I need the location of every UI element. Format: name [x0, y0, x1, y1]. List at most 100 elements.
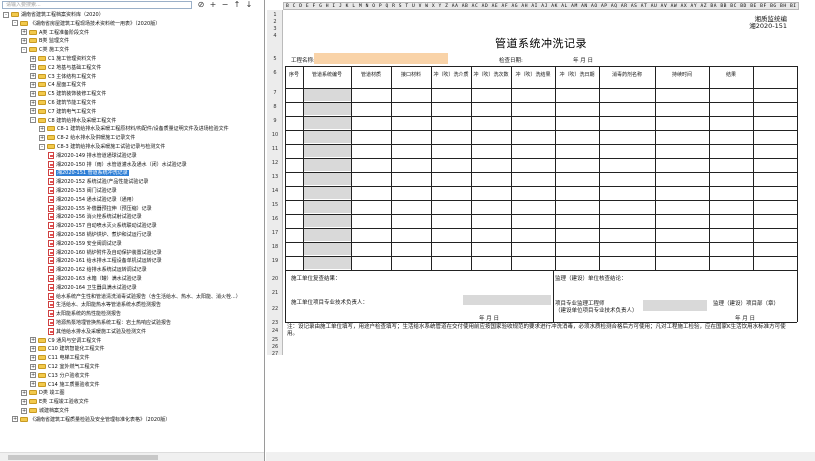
row-number[interactable]: 7 [267, 90, 283, 96]
tree-item-form[interactable]: 湘2020-156 消火栓系统试射试验记录 [48, 213, 142, 221]
tree-item-folder[interactable]: + B类 监理文件 [21, 37, 69, 45]
tree-item-form[interactable]: 生活给水、太阳能热水等管道系统水质检测报告 [48, 301, 161, 309]
expand-icon[interactable]: + [30, 372, 36, 379]
tree-item-folder[interactable]: + C7 建筑电气工程文件 [30, 108, 96, 116]
tree-item-folder[interactable]: + C10 建筑智能化工程文件 [30, 345, 104, 353]
tree-item-form[interactable]: 太阳能系统的热性能检测报告 [48, 310, 121, 318]
move-down-icon[interactable]: ↓ [244, 0, 254, 10]
tree-item-folder[interactable]: + C3 主体结构工程文件 [30, 73, 96, 81]
tree-item-form[interactable]: 地源热泵地埋管换热系统工程：岩土热响应试验报告 [48, 319, 171, 327]
expand-icon[interactable]: + [39, 125, 45, 132]
row-number[interactable]: 4 [267, 33, 283, 39]
collapse-icon[interactable]: - [12, 20, 18, 27]
tree-horizontal-scrollbar[interactable] [0, 452, 264, 461]
row-number[interactable]: 27 [267, 351, 283, 357]
clear-icon[interactable]: ⊘ [196, 0, 206, 10]
tree-item-form[interactable]: 湘2020-154 通水试验记录（通用） [48, 195, 137, 204]
row-number[interactable]: 8 [267, 104, 283, 110]
row-number[interactable]: 18 [267, 244, 283, 250]
tree-item-form[interactable]: 湘2020-164 卫生器具满水试验记录 [48, 283, 137, 292]
row-number[interactable]: 24 [267, 328, 283, 334]
expand-icon[interactable]: + [21, 37, 27, 44]
tree-item-folder[interactable]: + A类 工程准备阶段文件 [21, 29, 89, 37]
expand-icon[interactable]: + [12, 416, 18, 423]
row-number[interactable]: 25 [267, 337, 283, 343]
tree-item-folder[interactable]: + C8-1 建筑给排水及采暖工程原材料/构配件/设备质量证明文件及进场检验文件 [39, 125, 229, 133]
row-number[interactable]: 11 [267, 146, 283, 152]
collapse-icon[interactable]: - [30, 117, 36, 124]
expand-icon[interactable]: + [30, 64, 36, 71]
row-number[interactable]: 23 [267, 320, 283, 326]
row-number[interactable]: 1 [267, 12, 283, 18]
expand-icon[interactable]: + [30, 381, 36, 388]
tree-item-folder[interactable]: + 《湖南省建筑工程质量检验及安全管理标准化表格》（2020版） [12, 416, 170, 424]
tree-item-folder[interactable]: - C8-3 建筑给排水及采暖施工试验记录与检测文件 [39, 143, 165, 151]
tree-item-folder[interactable]: - 湖南省建筑工程档案资料库（2020） [3, 11, 104, 19]
tree-item-form[interactable]: 湘2020-159 安全阀调试记录 [48, 239, 122, 248]
search-input[interactable]: 请输入要搜索... [2, 1, 192, 9]
tree-item-form[interactable]: 湘2020-163 水箱（罐）满水试验记录 [48, 275, 142, 283]
tree-item-form[interactable]: 湘2020-160 锅炉附件及自动保护装置试验记录 [48, 248, 162, 257]
row-number[interactable]: 16 [267, 216, 283, 222]
row-number[interactable]: 6 [267, 70, 283, 76]
row-number[interactable]: 22 [267, 306, 283, 312]
tree-item-folder[interactable]: + C1 施工管理资料文件 [30, 55, 96, 63]
tree-item-form[interactable]: 湘2020-150 排（雨）水管道灌水及通水（闭）水试验记录 [48, 160, 187, 169]
row-number[interactable]: 3 [267, 26, 283, 32]
scrollbar-thumb[interactable] [8, 455, 158, 460]
sheet-horizontal-scrollbar[interactable] [266, 452, 815, 461]
tree-item-form[interactable]: 湘2020-162 给排水系统试运转调试记录 [48, 266, 147, 274]
move-up-icon[interactable]: ↑ [232, 0, 242, 10]
row-number[interactable]: 13 [267, 174, 283, 180]
row-number[interactable]: 14 [267, 188, 283, 194]
expand-icon[interactable]: + [30, 354, 36, 361]
row-number[interactable]: 12 [267, 160, 283, 166]
expand-icon[interactable]: + [30, 99, 36, 106]
tree-item-folder[interactable]: + C11 电梯工程文件 [30, 354, 89, 362]
row-number[interactable]: 15 [267, 202, 283, 208]
collapse-icon[interactable]: - [21, 46, 27, 53]
tree-item-form[interactable]: 湘2020-153 阀门试验记录 [48, 187, 117, 195]
expand-icon[interactable]: + [21, 29, 27, 36]
remove-icon[interactable]: − [220, 0, 230, 10]
tree-item-form[interactable]: 湘2020-161 给水排水工程设备单机试运转记录 [48, 257, 162, 265]
tree-item-folder[interactable]: + C2 地基与基础工程文件 [30, 64, 101, 72]
tree-item-folder[interactable]: + D类 竣工图 [21, 389, 64, 397]
row-number[interactable]: 21 [267, 290, 283, 296]
tree-item-folder[interactable]: + C4 屋面工程文件 [30, 81, 86, 89]
collapse-icon[interactable]: - [39, 143, 45, 150]
tree-item-folder[interactable]: + C9 通风与空调工程文件 [30, 337, 101, 345]
row-number[interactable]: 19 [267, 258, 283, 264]
tree-item-folder[interactable]: - C8 建筑给排水及采暖工程文件 [30, 117, 116, 125]
expand-icon[interactable]: + [30, 363, 36, 370]
row-number[interactable]: 20 [267, 276, 283, 282]
tree-item-folder[interactable]: + C5 建筑装饰装修工程文件 [30, 90, 106, 98]
tree-item-folder[interactable]: + C14 施工质量验收文件 [30, 381, 99, 389]
tree-item-folder[interactable]: + C6 建筑节能工程文件 [30, 99, 96, 107]
row-number[interactable]: 10 [267, 132, 283, 138]
tree-item-folder[interactable]: + C8-2 给水排水及供暖施工记录文件 [39, 134, 135, 142]
row-number[interactable]: 5 [267, 56, 283, 62]
tree-item-form[interactable]: 湘2020-155 补偿器预拉伸（预压缩）记录 [48, 204, 152, 213]
expand-icon[interactable]: + [30, 81, 36, 88]
add-icon[interactable]: + [208, 0, 218, 10]
expand-icon[interactable]: + [21, 389, 27, 396]
expand-icon[interactable]: + [30, 337, 36, 344]
tree-item-folder[interactable]: + E类 工程竣工验收文件 [21, 398, 89, 406]
tree-item-folder[interactable]: + 城建档案文件 [21, 407, 69, 415]
expand-icon[interactable]: + [30, 108, 36, 115]
tree-item-folder[interactable]: - 《湖南省房屋建筑工程现场技术资料统一用表》（2020版） [12, 20, 160, 28]
collapse-icon[interactable]: - [3, 11, 9, 18]
expand-icon[interactable]: + [21, 398, 27, 405]
tree-item-form[interactable]: 给水系统产生性和管道清洗消毒试验报告（含生活给水、热水、太阳能、消火栓...） [48, 292, 241, 301]
expand-icon[interactable]: + [30, 345, 36, 352]
tree-item-folder[interactable]: - C类 施工文件 [21, 46, 69, 54]
tree-item-form[interactable]: 湘2020-157 自动喷水灭火系统联动试验记录 [48, 222, 157, 230]
tree-item-folder[interactable]: + C13 分户验收文件 [30, 372, 89, 380]
tree-item-form[interactable]: 湘2020-152 系统试验/产品性能试验记录 [48, 178, 148, 186]
tree-item-form[interactable]: 湘2020-149 排水管道通球试验记录 [48, 151, 137, 160]
expand-icon[interactable]: + [21, 407, 27, 414]
tree-item-form[interactable]: 湘2020-151 管道系统冲洗记录 [48, 169, 129, 177]
expand-icon[interactable]: + [30, 55, 36, 62]
row-number[interactable]: 2 [267, 19, 283, 25]
